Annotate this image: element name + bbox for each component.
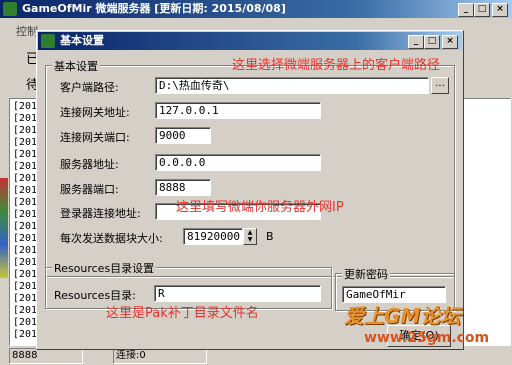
block-size-label: 每次发送数据块大小: (60, 232, 163, 245)
watermark-url: www.25gm.com (364, 330, 490, 346)
dialog-minimize-button[interactable]: _ (408, 35, 424, 49)
gateway-port-input[interactable]: 9000 (155, 127, 211, 144)
main-window-title: GameOfMir 微端服务器 [更新日期: 2015/08/08] (22, 2, 286, 15)
client-path-input[interactable]: D:\热血传奇\ (155, 77, 429, 94)
resources-dir-input[interactable]: R (154, 285, 321, 302)
client-path-label: 客户端路径: (60, 81, 119, 94)
login-address-label: 登录器连接地址: (60, 207, 141, 220)
browse-button[interactable]: ... (431, 77, 449, 94)
watermark-title: 爱上GM论坛 (344, 304, 461, 328)
status-port: 8888 (9, 348, 83, 364)
block-size-spinner[interactable]: ▲ ▼ (243, 228, 257, 245)
dialog-logo-icon (41, 34, 55, 48)
server-port-label: 服务器端口: (60, 183, 119, 196)
basic-settings-group: 基本设置 客户端路径: D:\热血传奇\ ... 连接网关地址: 127.0.0… (45, 58, 455, 277)
watermark: 爱上GM论坛 www.25gm.com (340, 300, 510, 364)
spinner-up-icon[interactable]: ▲ (244, 229, 256, 236)
main-titlebar: GameOfMir 微端服务器 [更新日期: 2015/08/08] _ □ × (0, 0, 512, 18)
dialog-maximize-button[interactable]: □ (424, 35, 440, 49)
server-address-input[interactable]: 0.0.0.0 (155, 154, 321, 171)
dialog-close-button[interactable]: × (442, 35, 458, 49)
gateway-address-input[interactable]: 127.0.0.1 (155, 102, 321, 119)
left-color-strip (0, 178, 8, 278)
block-size-unit: B (266, 230, 274, 243)
main-menu-control[interactable]: 控制 (16, 23, 38, 39)
block-size-input[interactable]: 81920000 (183, 228, 243, 245)
dialog-title: 基本设置 (60, 34, 104, 47)
dialog-titlebar: 基本设置 _ □ × (38, 32, 462, 50)
gateway-address-label: 连接网关地址: (60, 106, 130, 119)
annotation-resources: 这里是Pak补丁目录文件名 (106, 306, 259, 321)
app-logo-icon (3, 2, 17, 16)
server-port-input[interactable]: 8888 (155, 179, 211, 196)
annotation-login-address: 这里填写微端你服务器外网IP (176, 200, 344, 215)
server-address-label: 服务器地址: (60, 158, 119, 171)
spinner-down-icon[interactable]: ▼ (244, 236, 256, 243)
resources-dir-label: Resources目录: (54, 289, 136, 302)
main-maximize-button[interactable]: □ (474, 3, 490, 17)
basic-settings-legend: 基本设置 (52, 58, 100, 74)
status-connections: 连接:0 (113, 348, 207, 364)
update-password-legend: 更新密码 (342, 266, 390, 282)
gateway-port-label: 连接网关端口: (60, 131, 130, 144)
resources-legend: Resources目录设置 (52, 260, 157, 276)
main-close-button[interactable]: × (492, 3, 508, 17)
main-minimize-button[interactable]: _ (458, 3, 474, 17)
annotation-client-path: 这里选择微端服务器上的客户端路径 (232, 58, 441, 73)
